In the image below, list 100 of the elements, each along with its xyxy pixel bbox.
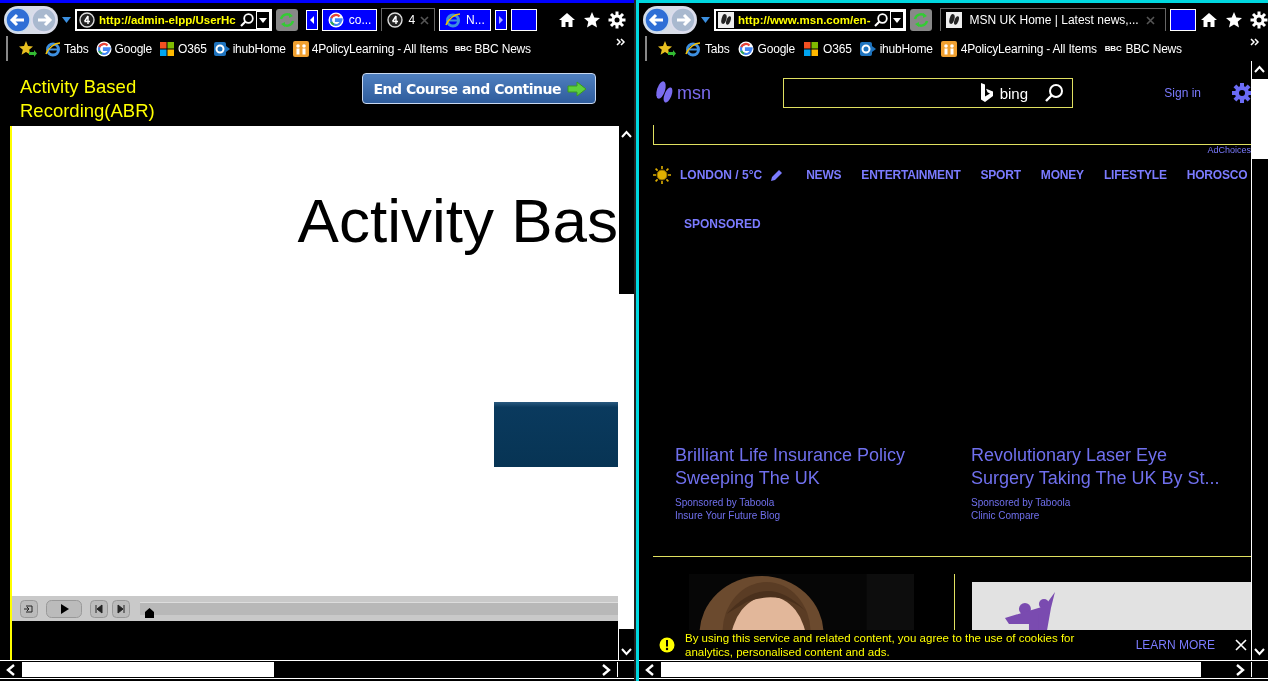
- nav-link[interactable]: ENTERTAINMENT: [861, 168, 961, 182]
- scrollbar-thumb[interactable]: [661, 662, 1201, 677]
- favorite-link[interactable]: BBC BBC News: [454, 41, 531, 56]
- dropdown-icon[interactable]: [890, 10, 905, 29]
- compatibility-button[interactable]: [910, 8, 933, 31]
- favorite-label[interactable]: Google: [114, 41, 153, 56]
- sign-in-link[interactable]: Sign in: [1164, 86, 1201, 100]
- exit-button[interactable]: [20, 599, 38, 618]
- tab-scroll-left-button[interactable]: [305, 9, 318, 30]
- favorite-link[interactable]: Tabs: [685, 40, 730, 57]
- favorite-label[interactable]: ihubHome: [232, 41, 286, 56]
- search-icon[interactable]: [239, 12, 254, 27]
- favorite-link[interactable]: BBC BBC News: [1104, 41, 1182, 56]
- favorite-label[interactable]: O365: [823, 41, 852, 56]
- tab-title[interactable]: MSN UK Home | Latest news,...: [969, 13, 1139, 27]
- favorite-link[interactable]: O365: [159, 40, 207, 57]
- tab-title[interactable]: 4: [408, 13, 416, 27]
- browser-tab[interactable]: N...: [439, 8, 491, 31]
- url-text[interactable]: http://www.msn.com/en-: [736, 13, 873, 26]
- bing-logo-icon: [979, 83, 994, 103]
- logo-text[interactable]: msn: [677, 82, 711, 104]
- new-tab-button[interactable]: [510, 8, 537, 31]
- favorite-link[interactable]: 4PolicyLearning - All Items: [292, 40, 448, 57]
- favorite-label[interactable]: BBC News: [1125, 41, 1182, 56]
- google-icon: [95, 40, 112, 57]
- play-button[interactable]: [46, 599, 82, 618]
- browser-tab[interactable]: MSN UK Home | Latest news,...: [940, 8, 1166, 31]
- forward-button[interactable]: [31, 6, 57, 33]
- favorite-link[interactable]: 4PolicyLearning - All Items: [940, 40, 1097, 57]
- weather-link[interactable]: LONDON / 5°C: [680, 168, 763, 182]
- end-course-button[interactable]: End Course and Continue: [361, 73, 596, 104]
- circle-icon: [79, 11, 95, 28]
- nav-link[interactable]: MONEY: [1040, 168, 1084, 182]
- home-icon[interactable]: [558, 10, 576, 29]
- google-icon: [327, 11, 344, 28]
- favorite-label[interactable]: Tabs: [64, 41, 89, 56]
- back-button[interactable]: [644, 6, 670, 33]
- nav-link[interactable]: SPORT: [980, 168, 1021, 182]
- learn-more-link[interactable]: LEARN MORE: [1135, 638, 1215, 652]
- url-text[interactable]: http://admin-elpp/UserHc: [97, 13, 238, 26]
- butterfly-icon[interactable]: [653, 80, 675, 106]
- sponsor-label: Sponsored by Taboola: [675, 496, 776, 509]
- favorite-label[interactable]: Google: [757, 41, 796, 56]
- scrollbar-thumb[interactable]: [1252, 79, 1268, 159]
- nav-link[interactable]: LIFESTYLE: [1103, 168, 1167, 182]
- favorite-label[interactable]: BBC News: [474, 41, 531, 56]
- arrow-icon: [567, 80, 587, 97]
- star-icon[interactable]: [1224, 10, 1243, 29]
- scrollbar-thumb[interactable]: [22, 662, 274, 677]
- favorites-star-icon[interactable]: [657, 39, 677, 58]
- favorite-label[interactable]: 4PolicyLearning - All Items: [311, 41, 448, 56]
- star-icon[interactable]: [583, 10, 601, 29]
- favorite-label[interactable]: O365: [178, 41, 207, 56]
- nav-link[interactable]: NEWS: [806, 168, 842, 182]
- favorite-link[interactable]: Google: [95, 40, 153, 57]
- back-button[interactable]: [5, 6, 31, 33]
- home-icon[interactable]: [1199, 10, 1218, 29]
- address-field[interactable]: http://www.msn.com/en-: [714, 8, 907, 31]
- article-link[interactable]: Brilliant Life Insurance Policy Sweeping The UK: [675, 444, 930, 490]
- butterfly-icon: [946, 12, 963, 28]
- search-icon[interactable]: [1044, 83, 1064, 103]
- favorites-star-icon[interactable]: [18, 39, 38, 58]
- scrollbar-thumb[interactable]: [619, 294, 634, 629]
- article-link[interactable]: Revolutionary Laser Eye Surgery Taking The UK By St...: [971, 444, 1226, 490]
- progress-track[interactable]: [140, 602, 618, 615]
- ie-icon: [685, 40, 701, 57]
- favorite-link[interactable]: O365: [803, 40, 852, 57]
- adchoices-link[interactable]: AdChoices: [1207, 145, 1251, 157]
- settings-icon[interactable]: [608, 10, 626, 29]
- compatibility-button[interactable]: [275, 8, 298, 31]
- caret-icon[interactable]: [701, 16, 710, 23]
- favorite-link[interactable]: ihubHome: [859, 40, 933, 57]
- tab-scroll-right-button[interactable]: [494, 9, 507, 30]
- nav-link[interactable]: HOROSCO: [1186, 168, 1248, 182]
- circle-icon: [387, 12, 404, 28]
- caret-icon[interactable]: [62, 16, 71, 23]
- new-tab-button[interactable]: [1169, 8, 1196, 31]
- search-field[interactable]: bing: [783, 78, 1073, 108]
- search-icon[interactable]: [874, 12, 889, 27]
- favorite-link[interactable]: Google: [737, 40, 796, 57]
- ie-icon: [45, 40, 61, 57]
- favorite-label[interactable]: Tabs: [705, 41, 730, 56]
- slide-heading: Activity Bas: [297, 186, 618, 256]
- forward-button[interactable]: [670, 6, 696, 33]
- progress-thumb[interactable]: [144, 608, 154, 618]
- favorite-label[interactable]: ihubHome: [879, 41, 933, 56]
- favorite-link[interactable]: ihubHome: [213, 40, 286, 57]
- address-field[interactable]: http://admin-elpp/UserHc: [75, 8, 272, 31]
- favorite-label[interactable]: 4PolicyLearning - All Items: [960, 41, 1097, 56]
- more-chevron-icon[interactable]: [616, 38, 626, 46]
- browser-tab[interactable]: co...: [321, 8, 378, 31]
- dropdown-icon[interactable]: [255, 10, 270, 29]
- tab-title[interactable]: co...: [348, 12, 372, 27]
- tab-title[interactable]: N...: [466, 12, 485, 27]
- favorite-link[interactable]: Tabs: [45, 40, 89, 57]
- browser-tab[interactable]: 4: [381, 8, 436, 31]
- more-chevron-icon[interactable]: [1250, 38, 1260, 46]
- pencil-icon[interactable]: [770, 168, 784, 182]
- previous-button[interactable]: [90, 599, 108, 618]
- next-button[interactable]: [112, 599, 130, 618]
